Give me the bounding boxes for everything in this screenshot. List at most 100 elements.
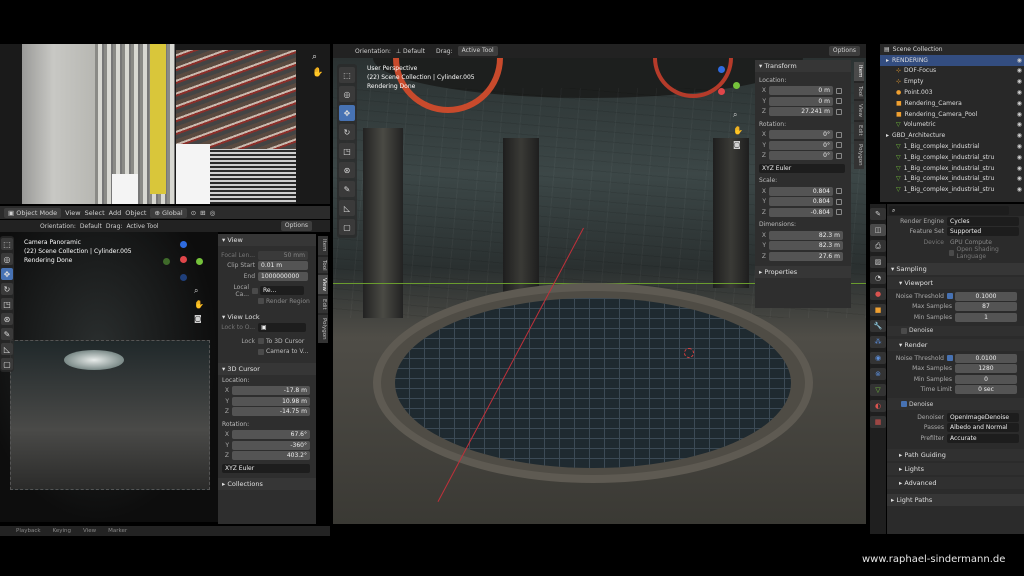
lock-icon[interactable] xyxy=(836,209,842,216)
local-camera-field[interactable]: Re... xyxy=(260,286,304,296)
r-noise-field[interactable]: 0.0100 xyxy=(955,353,1017,363)
material-icon[interactable]: ◐ xyxy=(870,400,886,412)
gizmo-neg-z-axis[interactable] xyxy=(180,274,187,281)
main-scale-tool-icon[interactable]: ◳ xyxy=(339,143,355,159)
outliner-item[interactable]: ▸ RENDERING ◉ xyxy=(880,54,1024,66)
view-layer-icon[interactable]: ▨ xyxy=(870,256,886,268)
particles-icon[interactable]: ⁂ xyxy=(870,336,886,348)
vp-denoise-checkbox[interactable] xyxy=(901,327,907,334)
main-camera-icon[interactable]: ◙ xyxy=(733,140,741,149)
clip-start-field[interactable]: 0.01 m xyxy=(258,261,308,271)
rotation-mode-dropdown[interactable]: XYZ Euler xyxy=(759,163,845,173)
collections-header[interactable]: ▸ Collections xyxy=(218,477,316,490)
main-options-button[interactable]: Options xyxy=(828,46,860,56)
r-denoise-checkbox[interactable] xyxy=(901,401,907,407)
menu-keying[interactable]: Keying xyxy=(53,528,71,534)
lock-icon[interactable] xyxy=(836,108,842,115)
main-gizmo-z[interactable] xyxy=(718,66,725,73)
scale-x-field[interactable]: 0.804 xyxy=(769,186,833,196)
main-zoom-icon[interactable]: ⌕ xyxy=(733,110,737,120)
outliner-item[interactable]: ▽ 1_Big_complex_industrial_stru ◉ xyxy=(880,152,1024,163)
pivot-icon[interactable]: ⊙ xyxy=(191,209,196,217)
r-noise-checkbox[interactable] xyxy=(947,355,953,362)
annotate-tool-icon[interactable]: ✎ xyxy=(1,328,13,340)
menu-object[interactable]: Object xyxy=(125,209,146,217)
gizmo-y-axis[interactable] xyxy=(196,258,203,265)
outliner-item[interactable]: ▽ 1_Big_complex_industrial_stru ◉ xyxy=(880,184,1024,195)
hand-icon[interactable]: ✋ xyxy=(312,68,323,78)
outliner-item[interactable]: ▽ 1_Big_complex_industrial_stru ◉ xyxy=(880,163,1024,174)
proportional-edit-icon[interactable]: ◎ xyxy=(210,209,216,217)
object-mode-dropdown[interactable]: ▣ Object Mode xyxy=(4,207,62,218)
lock-object-field[interactable]: ▣ xyxy=(258,323,306,333)
visibility-eye-icon[interactable]: ◉ xyxy=(1017,89,1022,96)
visibility-eye-icon[interactable]: ◉ xyxy=(1017,78,1022,85)
rot-x-field[interactable]: 0° xyxy=(769,130,833,140)
visibility-eye-icon[interactable]: ◉ xyxy=(1017,186,1022,193)
lock-icon[interactable] xyxy=(836,131,842,138)
main-gizmo-x[interactable] xyxy=(718,88,725,95)
visibility-eye-icon[interactable]: ◉ xyxy=(1017,57,1022,64)
visibility-eye-icon[interactable]: ◉ xyxy=(1017,67,1022,74)
visibility-eye-icon[interactable]: ◉ xyxy=(1017,154,1022,161)
path-guiding-header[interactable]: ▸ Path Guiding xyxy=(887,448,1024,461)
gizmo-z-axis[interactable] xyxy=(180,241,187,248)
menu-view[interactable]: View xyxy=(65,209,80,217)
constraints-icon[interactable]: ⊗ xyxy=(870,368,886,380)
vp-noise-checkbox[interactable] xyxy=(947,293,953,300)
visibility-eye-icon[interactable]: ◉ xyxy=(1017,165,1022,172)
view-section-header[interactable]: ▾ View xyxy=(218,234,316,246)
gizmo-neg-y-axis[interactable] xyxy=(163,258,170,265)
vp-min-samples-field[interactable]: 1 xyxy=(955,312,1017,322)
scene-icon[interactable]: ◔ xyxy=(870,272,886,284)
main-tab-polygon[interactable]: Polygon xyxy=(854,140,864,169)
cursor-tool-icon[interactable]: ◎ xyxy=(1,253,13,265)
main-transform-tool-icon[interactable]: ⊛ xyxy=(339,162,355,178)
transform-header[interactable]: ▾ Transform xyxy=(755,60,851,72)
main-hand-icon[interactable]: ✋ xyxy=(733,126,743,135)
scale-y-field[interactable]: 0.804 xyxy=(769,197,833,207)
select-tool-icon[interactable]: ⬚ xyxy=(1,238,13,250)
menu-playback[interactable]: Playback xyxy=(16,528,41,534)
outliner-item[interactable]: ● Point.003 ◉ xyxy=(880,87,1024,98)
3d-cursor-icon[interactable] xyxy=(684,348,694,358)
outliner-item[interactable]: ▽ 1_Big_complex_industrial_stru ◉ xyxy=(880,174,1024,185)
main-move-tool-icon[interactable]: ✥ xyxy=(339,105,355,121)
tab-view[interactable]: View xyxy=(318,275,328,295)
main-tab-item[interactable]: Item xyxy=(854,62,864,81)
main-cursor-tool-icon[interactable]: ◎ xyxy=(339,86,355,102)
rot-y-field[interactable]: 0° xyxy=(769,140,833,150)
cursor-rot-z-field[interactable]: 403.2° xyxy=(232,451,310,461)
render-properties-icon[interactable]: ◫ xyxy=(870,224,886,236)
vp-noise-field[interactable]: 0.1000 xyxy=(955,291,1017,301)
advanced-header[interactable]: ▸ Advanced xyxy=(887,476,1024,489)
r-max-samples-field[interactable]: 1280 xyxy=(955,364,1017,374)
outliner-item[interactable]: ⊹ DOF-Focus ◉ xyxy=(880,66,1024,77)
main-orientation-dropdown[interactable]: ⊥ Default xyxy=(396,48,425,55)
outliner-item[interactable]: ⊹ Empty ◉ xyxy=(880,76,1024,87)
device-dropdown[interactable]: GPU Compute xyxy=(947,239,992,246)
lock-icon[interactable] xyxy=(836,152,842,159)
physics-icon[interactable]: ◉ xyxy=(870,352,886,364)
dim-z-field[interactable]: 27.6 m xyxy=(769,251,843,261)
loc-y-field[interactable]: 0 m xyxy=(769,96,833,106)
denoiser-dropdown[interactable]: OpenImageDenoise xyxy=(947,412,1019,422)
transform-orientation-dropdown[interactable]: ⊕ Global xyxy=(150,207,187,218)
properties-search-input[interactable]: ⌕ xyxy=(889,205,1009,215)
visibility-eye-icon[interactable]: ◉ xyxy=(1017,111,1022,118)
zoom-icon[interactable]: ⌕ xyxy=(312,52,317,62)
lock-icon[interactable] xyxy=(836,87,842,94)
outliner-item[interactable]: ■ Rendering_Camera ◉ xyxy=(880,98,1024,109)
render-region-checkbox[interactable] xyxy=(258,298,264,305)
scale-tool-icon[interactable]: ◳ xyxy=(1,298,13,310)
cursor-rot-mode-dropdown[interactable]: XYZ Euler xyxy=(222,463,310,473)
dim-x-field[interactable]: 82.3 m xyxy=(769,230,843,240)
light-paths-header[interactable]: ▸ Light Paths xyxy=(887,493,1024,506)
menu-marker[interactable]: Marker xyxy=(108,528,127,534)
tab-tool[interactable]: Tool xyxy=(318,256,328,274)
measure-tool-icon[interactable]: ◺ xyxy=(1,343,13,355)
tab-item[interactable]: Item xyxy=(318,236,328,255)
scale-z-field[interactable]: -0.804 xyxy=(769,207,833,217)
outliner-item[interactable]: ▸ GBD_Architecture ◉ xyxy=(880,130,1024,141)
main-annotate-tool-icon[interactable]: ✎ xyxy=(339,181,355,197)
